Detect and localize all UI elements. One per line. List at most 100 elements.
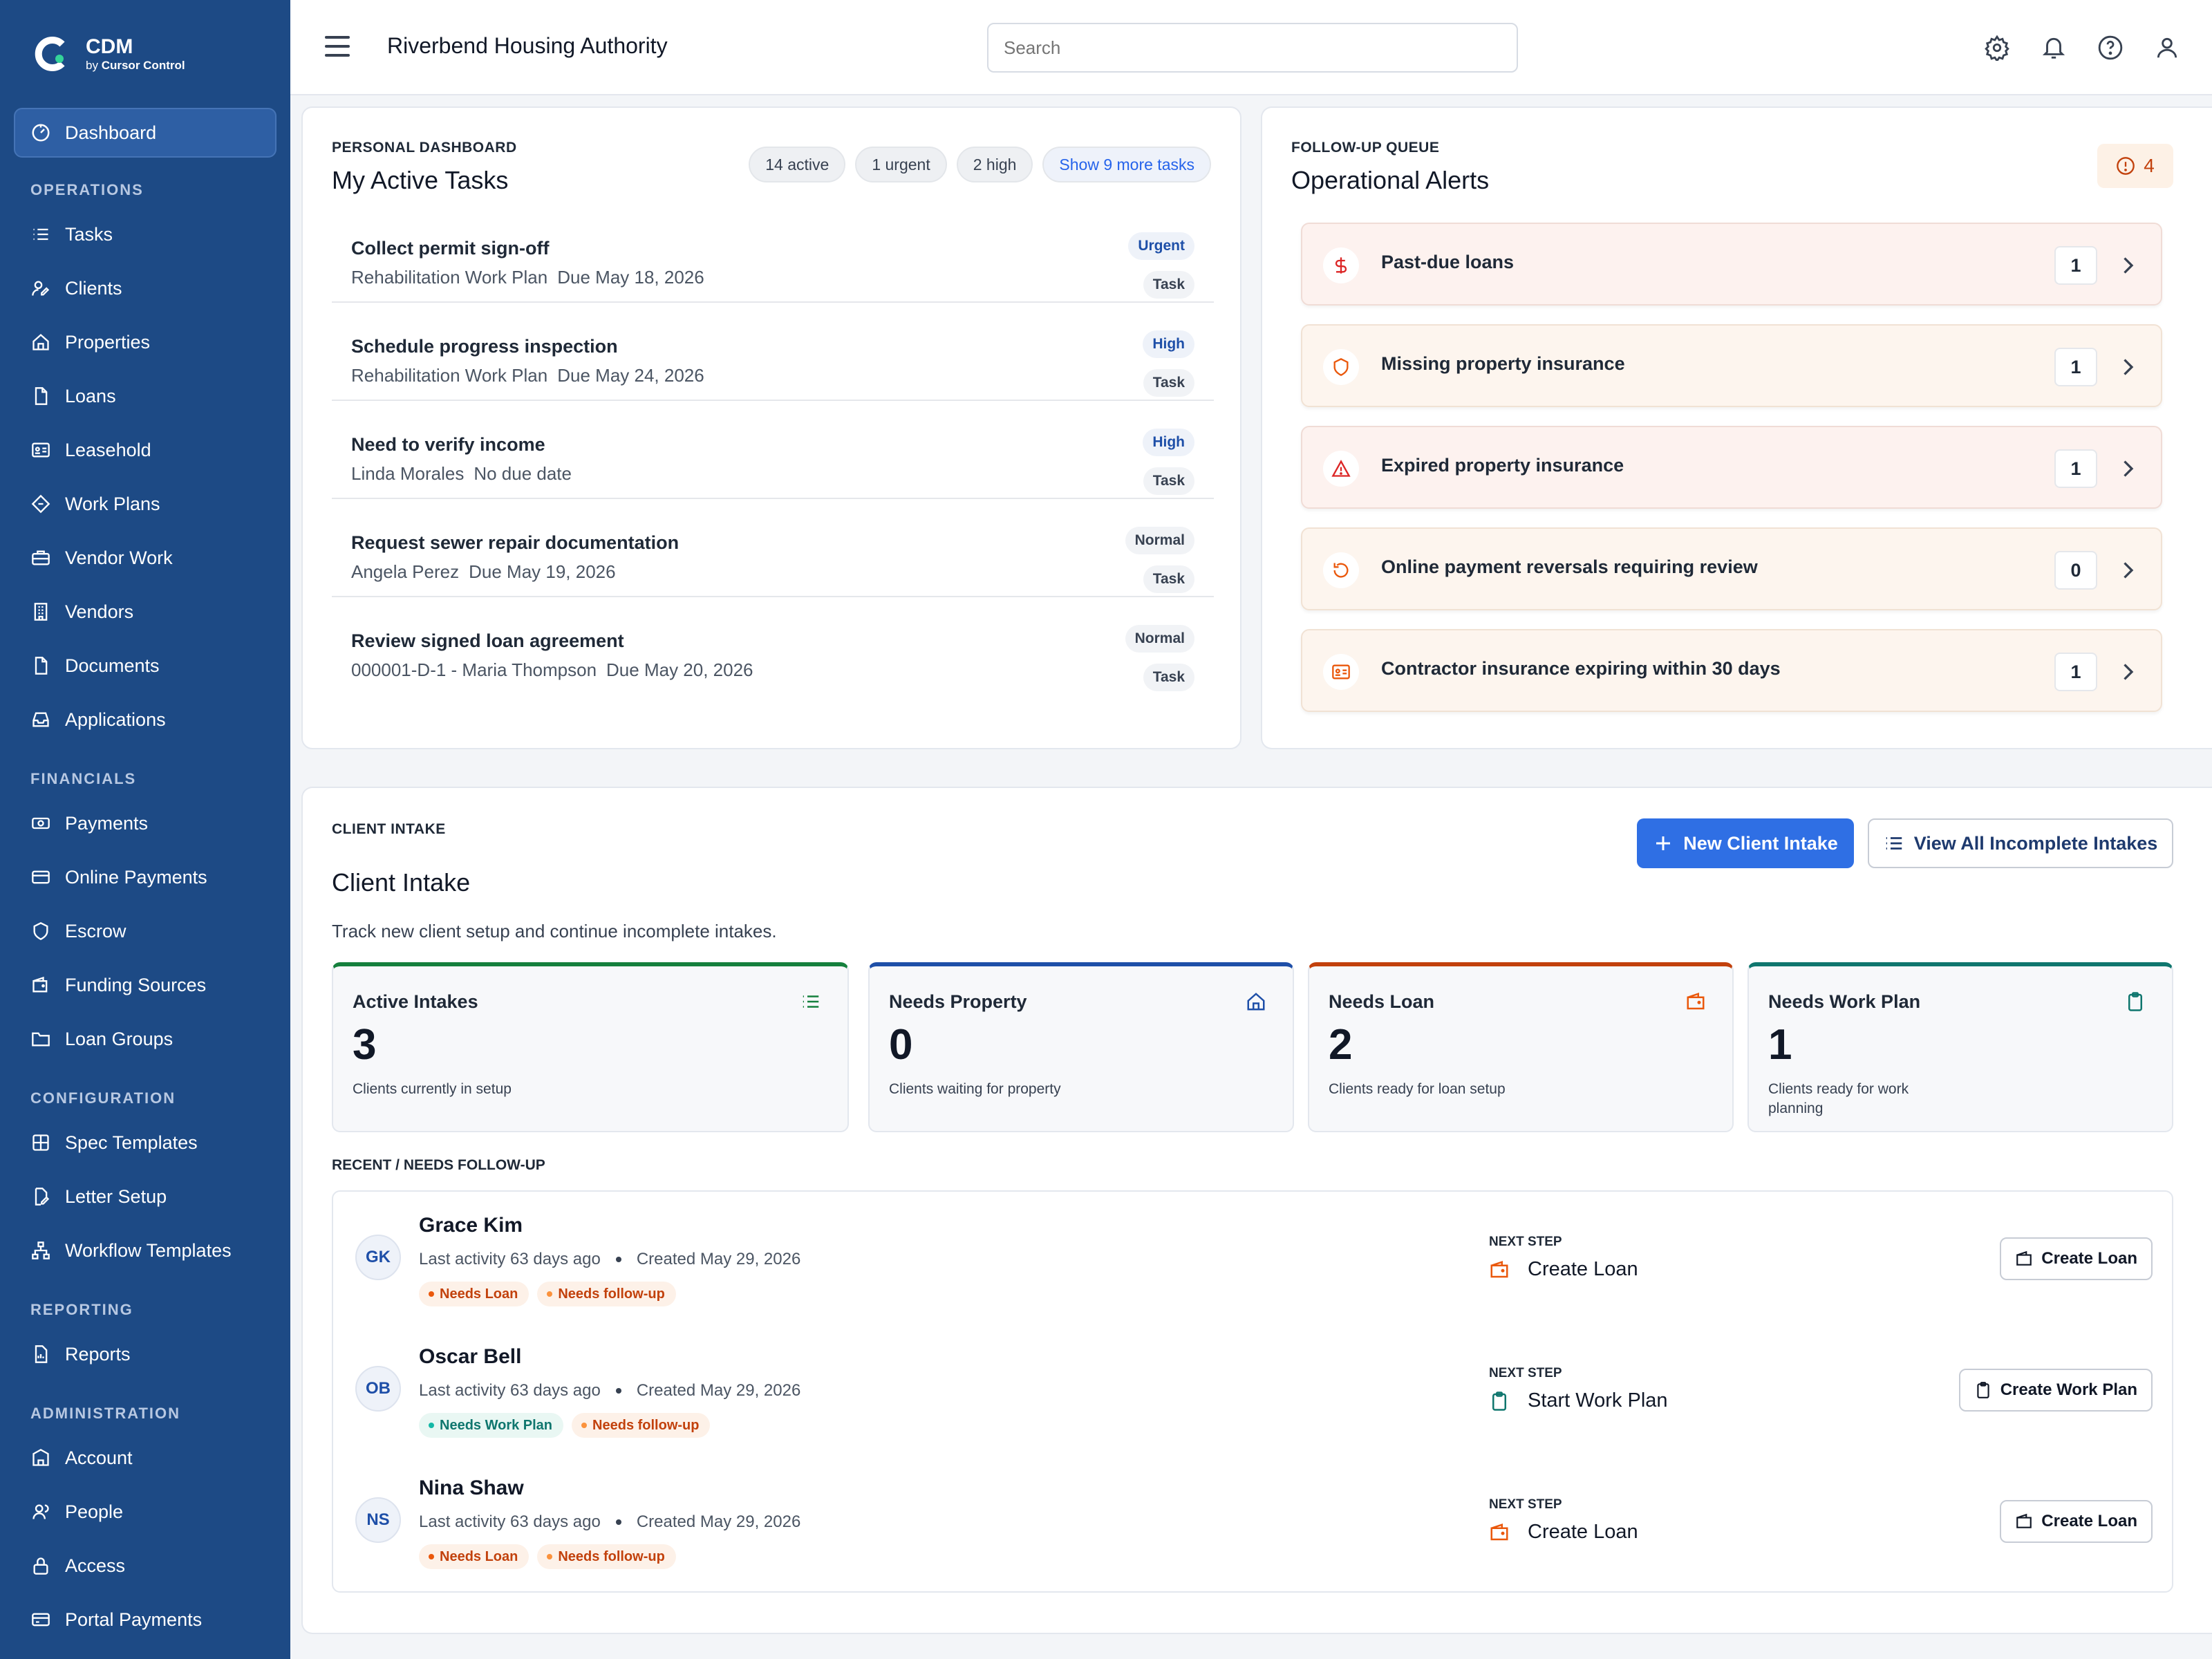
active-count-pill[interactable]: 14 active xyxy=(749,147,846,182)
next-step-label: NEXT STEP xyxy=(1489,1235,1562,1249)
stat-description: Clients currently in setup xyxy=(353,1081,512,1097)
recent-intakes-list: GK Grace Kim Last activity 63 days ago Cr… xyxy=(332,1190,2173,1593)
sidebar-item-escrow[interactable]: Escrow xyxy=(0,904,290,958)
user-edit-icon xyxy=(29,276,53,300)
sidebar-item-people[interactable]: People xyxy=(0,1485,290,1539)
alert-row-missing-insurance[interactable]: Missing property insurance 1 xyxy=(1301,324,2162,407)
user-icon[interactable] xyxy=(2150,30,2184,65)
task-due: Due May 18, 2026 xyxy=(557,267,704,288)
stat-needs-loan[interactable]: Needs Loan 2 Clients ready for loan setu… xyxy=(1308,962,1734,1132)
sidebar-item-access[interactable]: Access xyxy=(0,1539,290,1593)
sidebar-item-vendor-work[interactable]: Vendor Work xyxy=(0,531,290,585)
credit-card-icon xyxy=(29,865,53,889)
alert-row-expired-insurance[interactable]: Expired property insurance 1 xyxy=(1301,426,2162,509)
wallet-icon xyxy=(29,973,53,997)
gear-icon[interactable] xyxy=(1980,30,2014,65)
stat-needs-property[interactable]: Needs Property 0 Clients waiting for pro… xyxy=(868,962,1294,1132)
sidebar-item-loan-groups[interactable]: Loan Groups xyxy=(0,1012,290,1066)
stat-value: 0 xyxy=(889,1021,913,1069)
stat-label: Active Intakes xyxy=(353,991,478,1012)
alert-row-payment-reversals[interactable]: Online payment reversals requiring revie… xyxy=(1301,527,2162,610)
sidebar-item-loans[interactable]: Loans xyxy=(0,369,290,423)
sidebar-item-reports[interactable]: Reports xyxy=(0,1327,290,1381)
search-input[interactable] xyxy=(987,23,1518,73)
status-tags: Needs Loan Needs follow-up xyxy=(419,1544,684,1569)
show-more-tasks-link[interactable]: Show 9 more tasks xyxy=(1042,147,1211,182)
wallet-icon xyxy=(1489,1522,1510,1543)
sidebar-item-tasks[interactable]: Tasks xyxy=(0,207,290,261)
sidebar-item-spec-templates[interactable]: Spec Templates xyxy=(0,1116,290,1170)
sidebar-item-leasehold[interactable]: Leasehold xyxy=(0,423,290,477)
view-all-intakes-button[interactable]: View All Incomplete Intakes xyxy=(1868,818,2173,868)
grid-icon xyxy=(29,1131,53,1154)
list-item[interactable]: GK Grace Kim Last activity 63 days ago Cr… xyxy=(333,1192,2175,1323)
client-name[interactable]: Grace Kim xyxy=(419,1214,523,1237)
separator-dot xyxy=(615,1388,621,1394)
brand-sub: by Cursor Control xyxy=(86,59,185,73)
sidebar-item-letter-setup[interactable]: Letter Setup xyxy=(0,1170,290,1224)
create-work-plan-button[interactable]: Create Work Plan xyxy=(1958,1369,2153,1412)
button-label: Create Loan xyxy=(2041,1512,2137,1530)
stat-label: Needs Work Plan xyxy=(1768,991,1921,1012)
button-label: View All Incomplete Intakes xyxy=(1913,832,2158,854)
sidebar-item-payments[interactable]: Payments xyxy=(0,796,290,850)
help-icon[interactable] xyxy=(2093,30,2128,65)
tasks-eyebrow: PERSONAL DASHBOARD xyxy=(332,140,517,156)
sidebar-item-applications[interactable]: Applications xyxy=(0,693,290,747)
priority-badge: Normal xyxy=(1125,625,1194,653)
client-meta: Last activity 63 days ago Created May 29,… xyxy=(419,1250,800,1269)
folder-icon xyxy=(29,1027,53,1051)
task-row[interactable]: Request sewer repair documentation Angel… xyxy=(332,499,1214,597)
chevron-right-icon xyxy=(2115,659,2140,684)
task-summary-pills: 14 active 1 urgent 2 high Show 9 more ta… xyxy=(739,147,1211,182)
stat-active-intakes[interactable]: Active Intakes 3 Clients currently in se… xyxy=(332,962,849,1132)
sidebar-item-documents[interactable]: Documents xyxy=(0,639,290,693)
menu-icon[interactable] xyxy=(325,36,350,57)
task-row[interactable]: Schedule progress inspection Rehabilitat… xyxy=(332,303,1214,401)
stat-needs-work-plan[interactable]: Needs Work Plan 1 Clients ready for work… xyxy=(1747,962,2173,1132)
create-loan-button[interactable]: Create Loan xyxy=(2000,1500,2153,1543)
client-name[interactable]: Nina Shaw xyxy=(419,1477,524,1500)
sidebar-item-funding-sources[interactable]: Funding Sources xyxy=(0,958,290,1012)
task-row[interactable]: Collect permit sign-off Rehabilitation W… xyxy=(332,205,1214,303)
sidebar-item-portal-payments[interactable]: Portal Payments xyxy=(0,1593,290,1647)
list-item[interactable]: NS Nina Shaw Last activity 63 days ago Cr… xyxy=(333,1454,2175,1586)
sidebar-item-clients[interactable]: Clients xyxy=(0,261,290,315)
stat-description: Clients waiting for property xyxy=(889,1081,1061,1097)
task-row[interactable]: Review signed loan agreement 000001-D-1 … xyxy=(332,597,1214,695)
alert-row-past-due-loans[interactable]: Past-due loans 1 xyxy=(1301,223,2162,306)
sidebar-item-label: Vendor Work xyxy=(65,547,173,568)
task-context: Angela Perez xyxy=(351,561,460,582)
sidebar-item-properties[interactable]: Properties xyxy=(0,315,290,369)
nav-section-configuration: CONFIGURATION xyxy=(30,1089,176,1107)
urgent-count-pill[interactable]: 1 urgent xyxy=(855,147,947,182)
task-meta: 000001-D-1 - Maria Thompson Due May 20, 2… xyxy=(351,659,753,681)
sidebar-item-dashboard[interactable]: Dashboard xyxy=(14,108,276,158)
building-icon xyxy=(29,600,53,624)
operational-alerts-card: FOLLOW-UP QUEUE Operational Alerts 4 Pas… xyxy=(1261,106,2212,749)
sidebar-item-label: Reports xyxy=(65,1343,131,1365)
create-loan-button[interactable]: Create Loan xyxy=(2000,1237,2153,1280)
sidebar-item-work-plans[interactable]: Work Plans xyxy=(0,477,290,531)
new-client-intake-button[interactable]: New Client Intake xyxy=(1637,818,1854,868)
task-row[interactable]: Need to verify income Linda Morales No du… xyxy=(332,401,1214,499)
alert-item-count: 0 xyxy=(2054,551,2097,590)
id-card-icon xyxy=(29,438,53,462)
bell-icon[interactable] xyxy=(2036,30,2071,65)
wallet-icon xyxy=(2015,1250,2033,1268)
sidebar-item-workflow-templates[interactable]: Workflow Templates xyxy=(0,1224,290,1277)
chevron-right-icon xyxy=(2115,253,2140,278)
alert-row-contractor-insurance[interactable]: Contractor insurance expiring within 30 … xyxy=(1301,629,2162,712)
sidebar-item-online-payments[interactable]: Online Payments xyxy=(0,850,290,904)
brand[interactable]: CDM by Cursor Control xyxy=(32,35,185,73)
high-count-pill[interactable]: 2 high xyxy=(956,147,1033,182)
client-name[interactable]: Oscar Bell xyxy=(419,1345,521,1369)
stat-label: Needs Property xyxy=(889,991,1027,1012)
list-item[interactable]: OB Oscar Bell Last activity 63 days ago C… xyxy=(333,1323,2175,1454)
sidebar-item-vendors[interactable]: Vendors xyxy=(0,585,290,639)
sidebar-item-label: Documents xyxy=(65,655,160,676)
my-active-tasks-card: PERSONAL DASHBOARD My Active Tasks 14 ac… xyxy=(301,106,1241,749)
top-header: Riverbend Housing Authority xyxy=(290,0,2212,95)
sidebar-item-account[interactable]: Account xyxy=(0,1431,290,1485)
recent-follow-up-label: RECENT / NEEDS FOLLOW-UP xyxy=(332,1157,545,1173)
